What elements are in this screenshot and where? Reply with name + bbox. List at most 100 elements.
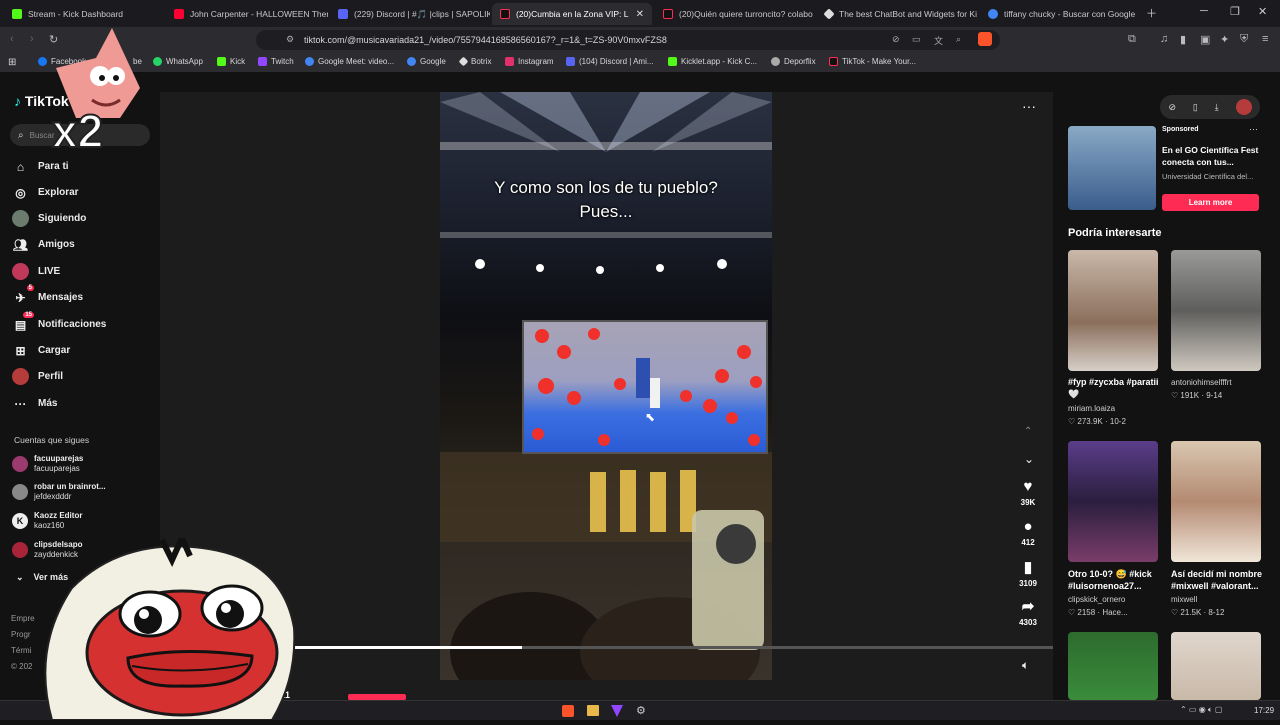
ad-thumbnail[interactable] bbox=[1068, 126, 1156, 210]
card-author[interactable]: clipskick_ornero bbox=[1068, 595, 1125, 604]
card-title[interactable]: #fyp #zycxba #paratii 🤍 bbox=[1068, 376, 1163, 400]
bookmark-tiktok[interactable]: TikTok - Make Your... bbox=[829, 57, 916, 66]
share-button[interactable]: ➦ 4303 bbox=[1013, 597, 1043, 627]
cast-icon[interactable]: ▭ bbox=[912, 34, 921, 45]
vpn-icon[interactable]: ⛨ bbox=[1240, 33, 1248, 46]
bookmark-kick[interactable]: Kick bbox=[217, 57, 245, 66]
bookmark-kicklet[interactable]: Kicklet.app - Kick C... bbox=[668, 57, 757, 66]
learn-more-button[interactable]: Learn more bbox=[1162, 194, 1259, 211]
bookmark-botrix[interactable]: Botrix bbox=[458, 56, 491, 67]
bookmark-discord[interactable]: (104) Discord | Ami... bbox=[566, 57, 654, 66]
nav-siguiendo[interactable]: Siguiendo bbox=[12, 210, 86, 227]
screenshot-icon[interactable]: ⧉ bbox=[1128, 33, 1136, 46]
leo-ai-icon[interactable]: ✦ bbox=[1220, 33, 1229, 46]
no-cast-icon[interactable]: ⊘ bbox=[892, 34, 900, 45]
tab-cumbia-active[interactable]: (20)Cumbia en la Zona VIP: L ✕ bbox=[492, 3, 652, 25]
bookmark-whatsapp[interactable]: WhatsApp bbox=[153, 57, 203, 66]
bookmark-label: Kick bbox=[230, 57, 246, 66]
card-author[interactable]: miriam.loaiza bbox=[1068, 404, 1115, 413]
next-video-icon[interactable]: ⌄ bbox=[1024, 452, 1034, 466]
avatar[interactable] bbox=[1235, 99, 1252, 115]
card-title[interactable]: Así decidí mi nombre #mixwell #valorant.… bbox=[1171, 568, 1271, 592]
vivaldi-icon[interactable] bbox=[611, 705, 623, 717]
video-progress-bar[interactable] bbox=[295, 646, 1053, 649]
file-explorer-icon[interactable] bbox=[587, 705, 599, 716]
tab-title: (20)Cumbia en la Zona VIP: L bbox=[516, 9, 629, 19]
bookmark-label: Instagram bbox=[518, 57, 554, 66]
site-settings-icon[interactable]: ⚙ bbox=[286, 34, 294, 45]
nav-mensajes[interactable]: ✈ 5 Mensajes bbox=[12, 285, 83, 306]
minimize-icon[interactable]: ─ bbox=[1200, 5, 1208, 17]
menu-icon[interactable]: ≡ bbox=[1262, 33, 1268, 45]
nav-mas[interactable]: ··· Más bbox=[12, 395, 58, 412]
new-tab-icon[interactable]: ＋ bbox=[1146, 5, 1157, 21]
save-button[interactable]: ▮ 3109 bbox=[1013, 558, 1043, 588]
bookmark-google[interactable]: Google bbox=[407, 57, 446, 66]
tab-turroncito[interactable]: (20)Quién quiere turroncito? colabo bbox=[655, 3, 815, 25]
tab-discord[interactable]: (229) Discord | #🎵 |clips | SAPOLIK bbox=[330, 3, 490, 25]
phone-icon[interactable]: ▯ bbox=[1193, 102, 1198, 113]
translate-icon[interactable]: 文 bbox=[934, 34, 943, 47]
maximize-icon[interactable]: ❐ bbox=[1230, 5, 1240, 18]
nav-cargar[interactable]: ⊞ Cargar bbox=[12, 342, 70, 359]
previous-video-icon[interactable]: ⌃ bbox=[1024, 426, 1032, 437]
compass-icon[interactable]: ⊘ bbox=[1168, 102, 1176, 113]
sidebar-icon[interactable]: ▮ bbox=[1180, 33, 1186, 46]
forward-icon[interactable]: › bbox=[30, 33, 34, 45]
bookmark-label: Google bbox=[420, 57, 446, 66]
facebook-icon bbox=[38, 57, 47, 66]
video-thumbnail[interactable] bbox=[1171, 250, 1261, 371]
following-account[interactable]: facuuparejas facuuparejas bbox=[12, 454, 83, 474]
nav-amigos[interactable]: 👥︎ Amigos bbox=[12, 236, 75, 253]
system-tray-icons[interactable]: ⌃ ▭ ◉ 🔈︎ ▢ bbox=[1180, 705, 1223, 715]
nav-perfil[interactable]: Perfil bbox=[12, 368, 63, 385]
music-icon[interactable]: ♫ bbox=[1160, 33, 1168, 45]
download-icon[interactable]: ⤓ bbox=[1215, 102, 1219, 113]
tab-chatbot[interactable]: The best ChatBot and Widgets for Ki bbox=[817, 3, 977, 25]
live-icon bbox=[12, 263, 29, 280]
close-tab-icon[interactable]: ✕ bbox=[636, 9, 644, 20]
bookmark-deporflix[interactable]: Deporflix bbox=[771, 57, 816, 66]
avatar bbox=[12, 484, 28, 500]
video-thumbnail[interactable] bbox=[1068, 632, 1158, 700]
more-options-icon[interactable]: ··· bbox=[1022, 98, 1036, 114]
following-account[interactable]: K Kaozz Editor kaoz160 bbox=[12, 511, 82, 531]
nav-explorar[interactable]: ◎ Explorar bbox=[12, 184, 78, 201]
back-icon[interactable]: ‹ bbox=[10, 33, 14, 45]
video-thumbnail[interactable] bbox=[1171, 632, 1261, 700]
profile-icon bbox=[12, 368, 29, 385]
wallet-icon[interactable]: ▣ bbox=[1200, 33, 1210, 46]
bookmark-twitch[interactable]: Twitch bbox=[258, 57, 294, 66]
tab-halloween[interactable]: John Carpenter - HALLOWEEN Them bbox=[166, 3, 328, 25]
close-window-icon[interactable]: ✕ bbox=[1258, 5, 1267, 18]
ad-more-icon[interactable]: ··· bbox=[1249, 124, 1258, 134]
tiktok-icon bbox=[500, 9, 510, 19]
card-author[interactable]: antoniohimselfffrt bbox=[1171, 378, 1232, 387]
tab-title: (20)Quién quiere turroncito? colabo bbox=[679, 9, 813, 19]
settings-gear-icon[interactable]: ⚙ bbox=[636, 704, 646, 717]
tab-title: Stream - Kick Dashboard bbox=[28, 9, 123, 19]
card-title[interactable]: Otro 10-0? 😅 #kick #luisornenoa27... bbox=[1068, 568, 1168, 592]
comment-button[interactable]: ● 412 bbox=[1013, 518, 1043, 547]
video-thumbnail[interactable] bbox=[1171, 441, 1261, 562]
card-stats: ♡ 2158 · Hace... bbox=[1068, 608, 1128, 617]
video-thumbnail[interactable] bbox=[1068, 250, 1158, 371]
brave-taskbar-icon[interactable] bbox=[562, 705, 574, 717]
zoom-icon[interactable]: ⌕ bbox=[956, 34, 961, 45]
volume-icon[interactable]: 🔈︎ bbox=[1022, 658, 1029, 673]
card-author[interactable]: mixwell bbox=[1171, 595, 1197, 604]
bookmark-meet[interactable]: Google Meet: video... bbox=[305, 57, 394, 66]
video-thumbnail[interactable] bbox=[1068, 441, 1158, 562]
like-button[interactable]: ♥ 39K bbox=[1013, 478, 1043, 507]
following-account[interactable]: robar un brainrot... jefdexdddr bbox=[12, 482, 106, 502]
brave-shield-icon[interactable] bbox=[978, 32, 992, 46]
bookmark-instagram[interactable]: Instagram bbox=[505, 57, 554, 66]
tab-kick-dashboard[interactable]: Stream - Kick Dashboard bbox=[4, 3, 164, 25]
nav-live[interactable]: LIVE bbox=[12, 263, 60, 280]
whatsapp-icon bbox=[153, 57, 162, 66]
apps-grid-icon[interactable]: ⊞ bbox=[8, 57, 16, 68]
address-bar[interactable]: ⚙ tiktok.com/@musicavariada21_/video/755… bbox=[256, 30, 1000, 50]
nav-notificaciones[interactable]: ▤ 15 Notificaciones bbox=[12, 312, 106, 333]
video-player[interactable]: Y como son los de tu pueblo? Pues... ⬉ bbox=[440, 92, 772, 680]
tab-google-search[interactable]: tiffany chucky - Buscar con Google bbox=[980, 3, 1140, 25]
